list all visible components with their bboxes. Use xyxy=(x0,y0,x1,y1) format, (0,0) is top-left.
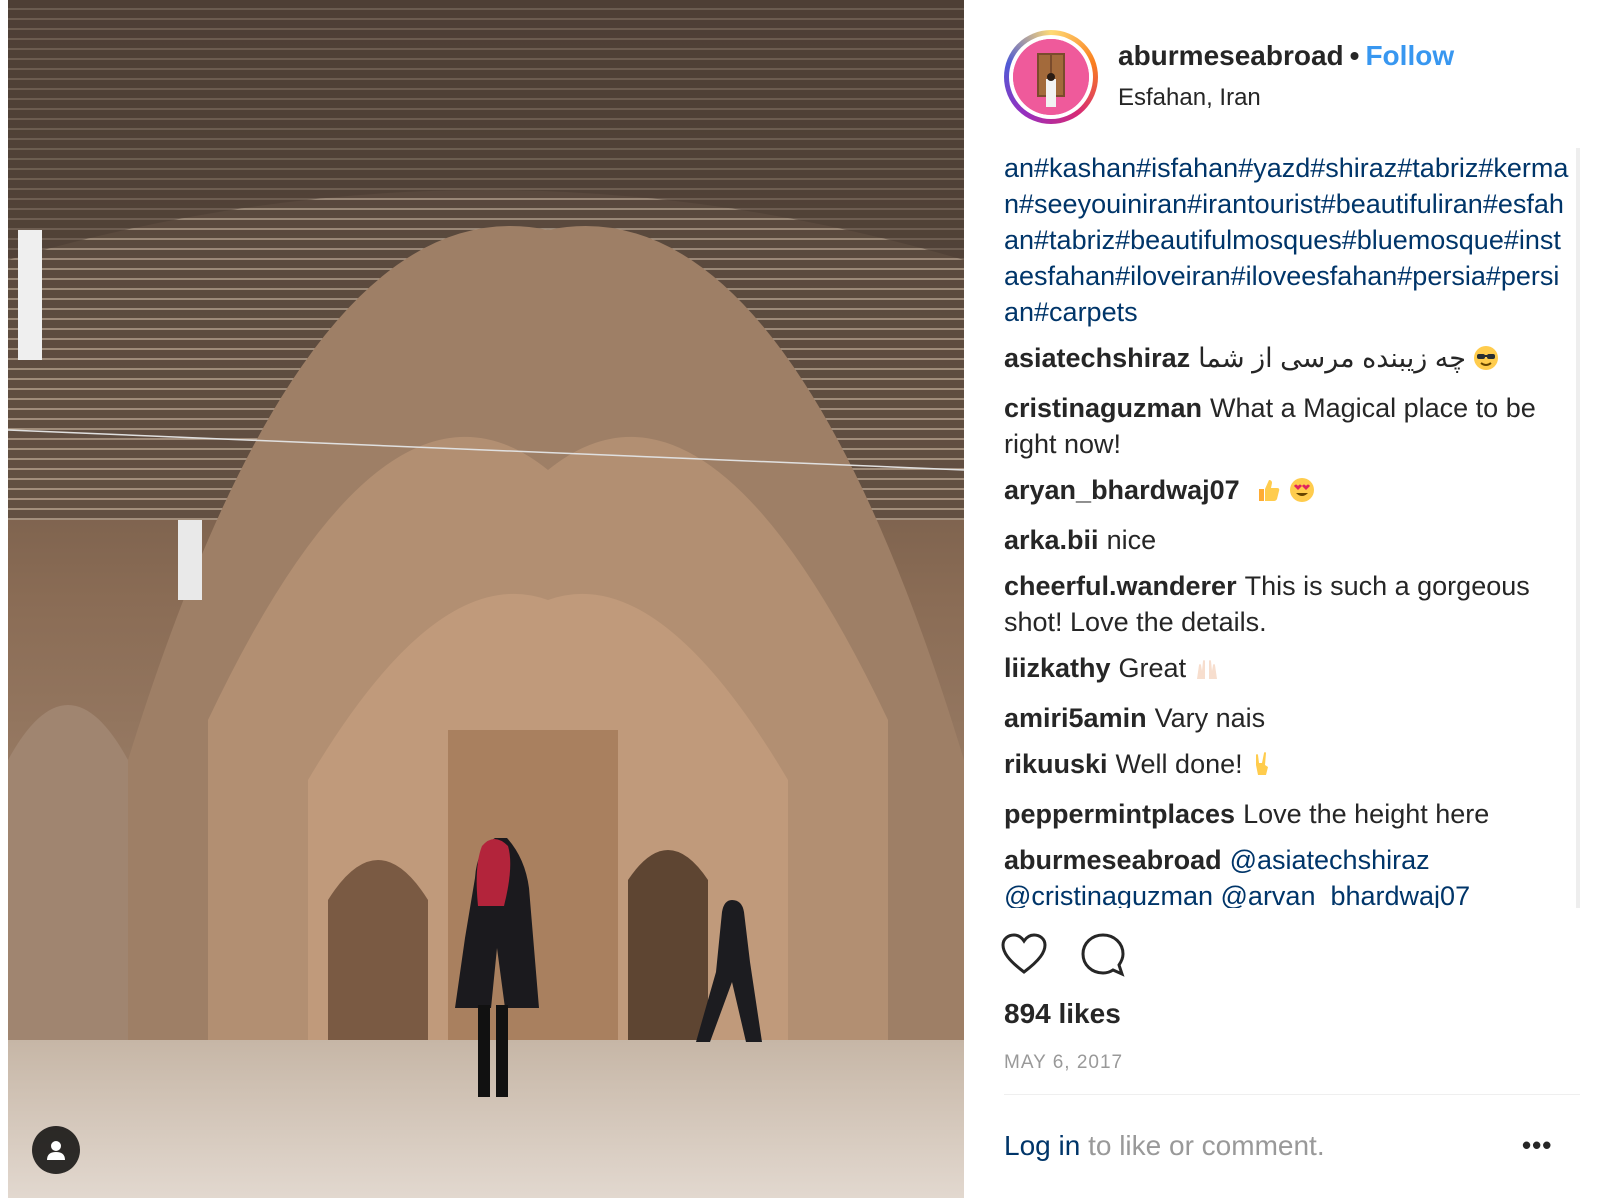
comment-text: Love the height here xyxy=(1243,799,1490,829)
rock-on-emoji-icon xyxy=(1250,750,1276,786)
post-header: aburmeseabroad • Follow Esfahan, Iran xyxy=(1004,30,1592,124)
comment-icon[interactable] xyxy=(1080,932,1126,983)
divider xyxy=(1004,1094,1580,1095)
comments-list[interactable]: an#kashan#isfahan#yazd#shiraz#tabriz#ker… xyxy=(1004,148,1572,908)
login-link[interactable]: Log in xyxy=(1004,1130,1080,1161)
login-prompt: Log in to like or comment. xyxy=(1004,1130,1325,1162)
comment-item: rikuuski Well done! xyxy=(1004,746,1572,786)
comment-mention[interactable]: @asiatechshiraz xyxy=(1230,845,1430,875)
comment-mention[interactable]: @cristinaguzman xyxy=(1004,881,1213,908)
comment-username[interactable]: arka.bii xyxy=(1004,525,1099,555)
comment-text: Vary nais xyxy=(1154,703,1266,733)
comment-item: cristinaguzman What a Magical place to be… xyxy=(1004,390,1572,462)
comment-item: arka.bii nice xyxy=(1004,522,1572,558)
thumbs-up-emoji-icon xyxy=(1255,476,1281,512)
post-location[interactable]: Esfahan, Iran xyxy=(1118,84,1261,112)
login-prompt-text: to like or comment. xyxy=(1080,1130,1325,1161)
comment-text: Great xyxy=(1118,653,1187,683)
heart-eyes-emoji-icon xyxy=(1289,476,1315,512)
comment-username[interactable]: peppermintplaces xyxy=(1004,799,1235,829)
comment-text: Well done! xyxy=(1115,749,1243,779)
avatar[interactable] xyxy=(1004,30,1098,124)
comment-username[interactable]: aryan_bhardwaj07 xyxy=(1004,475,1240,505)
comment-item: asiatechshiraz چه زیبنده مرسی از شما xyxy=(1004,340,1572,380)
post-photo[interactable] xyxy=(8,0,964,1198)
comment-item: liizkathy Great xyxy=(1004,650,1572,690)
like-count[interactable]: 894 likes xyxy=(1004,998,1121,1030)
comment-username[interactable]: aburmeseabroad xyxy=(1004,845,1222,875)
heart-icon[interactable] xyxy=(1000,932,1048,981)
comment-username[interactable]: asiatechshiraz xyxy=(1004,343,1190,373)
more-options-icon[interactable]: ••• xyxy=(1522,1130,1552,1161)
raised-hands-emoji-icon xyxy=(1194,654,1220,690)
comment-username[interactable]: amiri5amin xyxy=(1004,703,1147,733)
user-tag-icon[interactable] xyxy=(32,1126,80,1174)
comment-username[interactable]: liizkathy xyxy=(1004,653,1111,683)
sunglasses-emoji-icon xyxy=(1473,344,1499,380)
comment-item: aryan_bhardwaj07 xyxy=(1004,472,1572,512)
post-date[interactable]: MAY 6, 2017 xyxy=(1004,1052,1123,1074)
post-sidebar: aburmeseabroad • Follow Esfahan, Iran an#k… xyxy=(964,0,1612,1198)
separator-dot: • xyxy=(1349,40,1360,71)
comment-item: cheerful.wanderer This is such a gorgeous… xyxy=(1004,568,1572,640)
comment-username[interactable]: cheerful.wanderer xyxy=(1004,571,1237,601)
comment-mention[interactable]: @arvan_bhardwaj07 xyxy=(1221,881,1471,908)
caption-hashtags[interactable]: an#kashan#isfahan#yazd#shiraz#tabriz#ker… xyxy=(1004,150,1572,330)
comment-text: nice xyxy=(1106,525,1157,555)
comment-item: peppermintplaces Love the height here xyxy=(1004,796,1572,832)
post-author-username[interactable]: aburmeseabroad xyxy=(1118,40,1344,71)
comment-item: aburmeseabroad @asiatechshiraz @cristinag… xyxy=(1004,842,1572,908)
header-username-row: aburmeseabroad • Follow xyxy=(1118,40,1454,72)
comment-username[interactable]: cristinaguzman xyxy=(1004,393,1202,423)
comment-item: amiri5amin Vary nais xyxy=(1004,700,1572,736)
follow-button[interactable]: Follow xyxy=(1365,40,1454,71)
comment-text: چه زیبنده مرسی از شما xyxy=(1198,343,1466,373)
comment-username[interactable]: rikuuski xyxy=(1004,749,1108,779)
comments-scrollbar[interactable] xyxy=(1576,148,1580,908)
